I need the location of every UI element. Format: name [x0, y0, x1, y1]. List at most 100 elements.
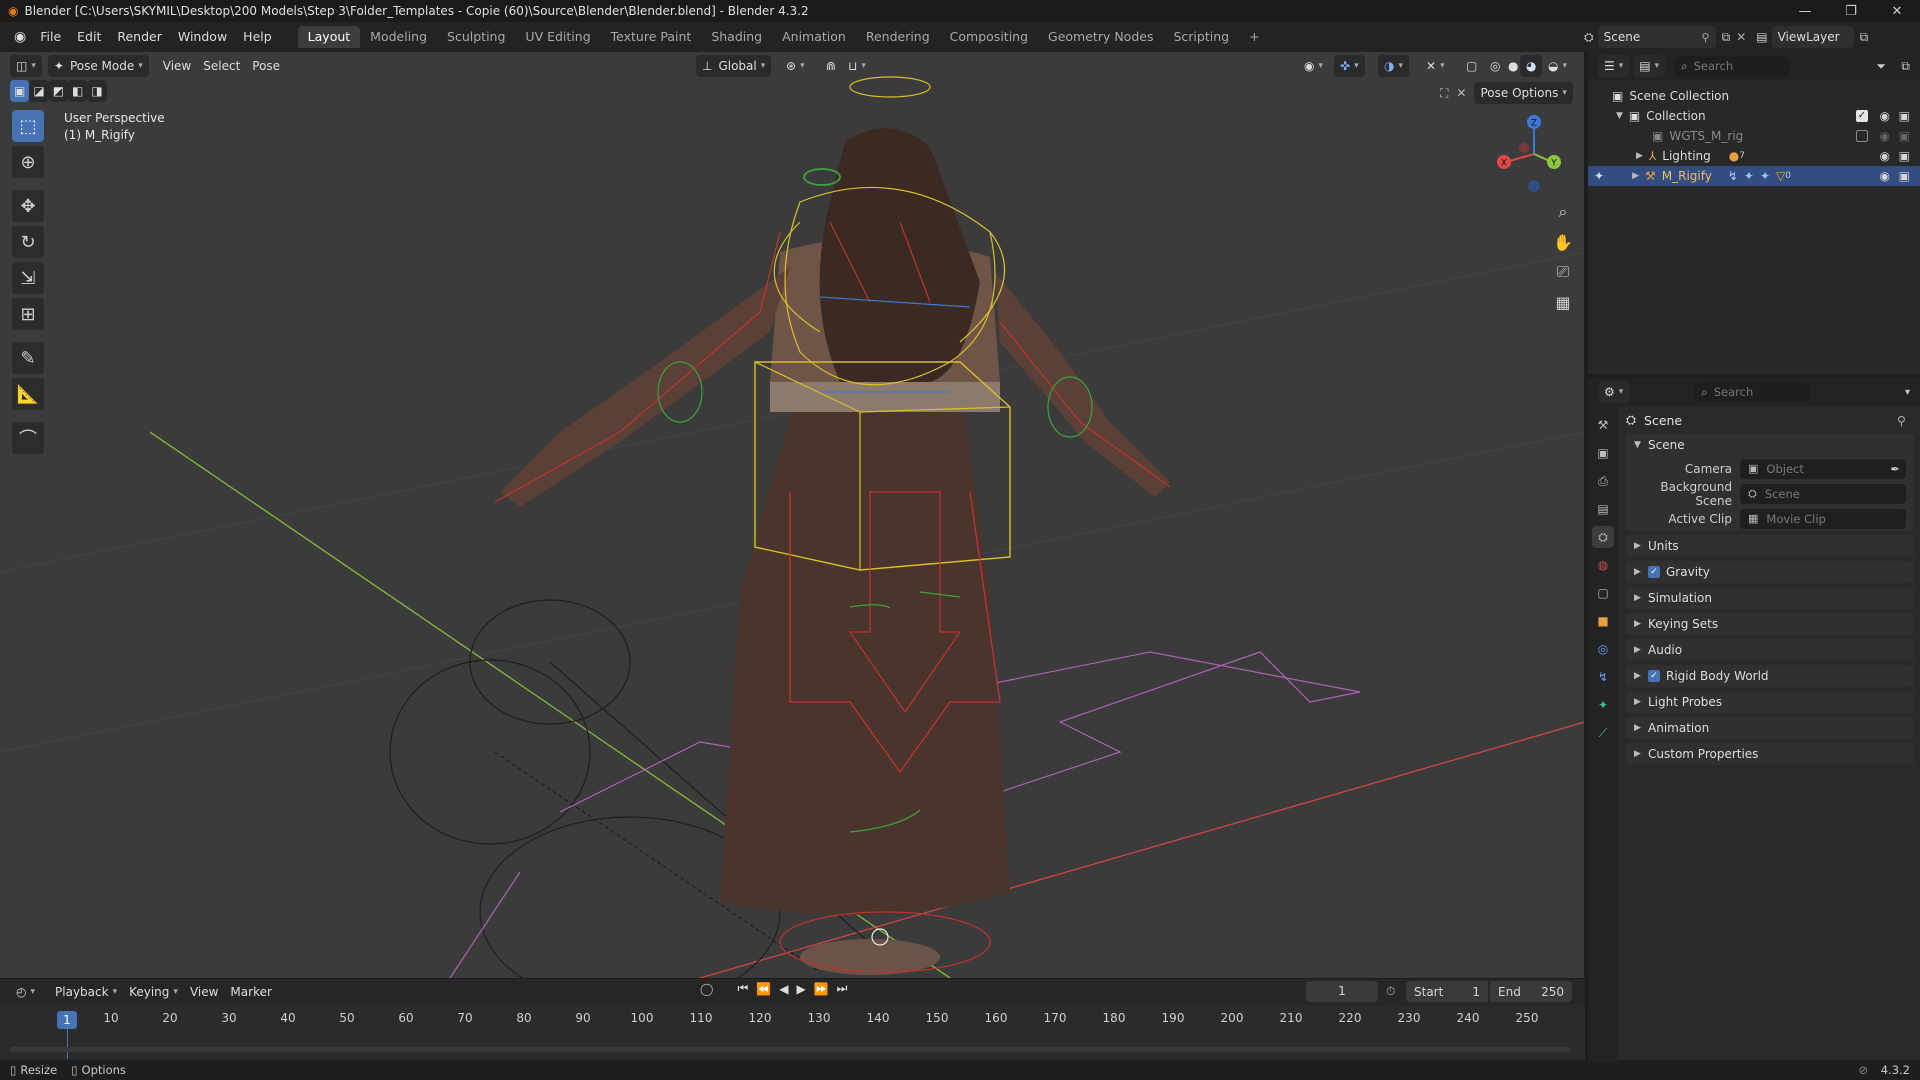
eyedropper-icon[interactable]: ✒ [1890, 462, 1900, 476]
scene-selector[interactable]: Scene ⚲ [1597, 26, 1716, 48]
collection-include-checkbox[interactable] [1856, 130, 1868, 142]
menu-pose[interactable]: Pose [246, 55, 286, 77]
tree-item-wgts[interactable]: ▣ WGTS_M_rig ◉ ▣ [1588, 126, 1920, 146]
tab-modeling[interactable]: Modeling [360, 26, 437, 48]
shading-material[interactable]: ◕ [1520, 55, 1543, 77]
viewport-3d[interactable]: ◫ ▾ ✦ Pose Mode ▾ View Select Pose ⊥ Globa… [0, 52, 1585, 978]
jump-keyframe-back-icon[interactable]: ⏪ [756, 982, 771, 996]
menu-help[interactable]: Help [235, 26, 280, 48]
active-clip-field[interactable]: ▦ Movie Clip [1740, 508, 1906, 529]
gravity-checkbox[interactable]: ✓ [1648, 566, 1660, 578]
audio-panel[interactable]: ▶ Audio [1626, 639, 1914, 661]
proportional-button[interactable]: ⊔ ▾ [842, 55, 872, 77]
menu-window[interactable]: Window [170, 26, 235, 48]
playhead[interactable]: 1 [57, 1011, 77, 1029]
tab-scripting[interactable]: Scripting [1163, 26, 1239, 48]
render-camera-icon[interactable]: ▣ [1899, 129, 1910, 143]
transform-pivot-icon[interactable]: ⛶ [1440, 86, 1448, 101]
scene-panel-header[interactable]: ▼ Scene [1626, 434, 1914, 456]
light-probes-panel[interactable]: ▶ Light Probes [1626, 691, 1914, 713]
select-subtract-button[interactable]: ◩ [48, 80, 69, 102]
select-new-button[interactable]: ▣ [10, 80, 30, 102]
camera-field[interactable]: ▣ Object ✒ [1740, 458, 1906, 479]
visibility-eye-icon[interactable]: ◉ [1880, 149, 1890, 163]
new-collection-icon[interactable]: ⧉ [1901, 59, 1910, 74]
properties-search[interactable]: ⌕ Search [1693, 382, 1812, 402]
visibility-eye-icon[interactable]: ◉ [1880, 169, 1890, 183]
tool-breakdowner[interactable]: ⌒ [12, 422, 44, 454]
record-icon[interactable]: ◯ [700, 982, 713, 996]
render-camera-icon[interactable]: ▣ [1899, 169, 1910, 183]
stopwatch-icon[interactable]: ⏱ [1386, 984, 1395, 999]
tool-annotate[interactable]: ✎ [12, 342, 44, 374]
tool-select-box[interactable]: ⬚ [12, 110, 44, 142]
select-intersect-button[interactable]: ◨ [87, 80, 107, 102]
select-extend-button[interactable]: ◪ [29, 80, 49, 102]
menu-render[interactable]: Render [109, 26, 170, 48]
tab-layout[interactable]: Layout [297, 26, 361, 48]
timeline-scrollbar[interactable] [10, 1047, 1570, 1052]
tool-transform[interactable]: ⊞ [12, 298, 44, 330]
rigid-body-checkbox[interactable]: ✓ [1648, 670, 1660, 682]
render-camera-icon[interactable]: ▣ [1899, 109, 1910, 123]
filter-icon[interactable]: ⏷ [1876, 59, 1886, 74]
menu-select[interactable]: Select [197, 55, 246, 77]
select-invert-button[interactable]: ◧ [68, 80, 88, 102]
play-icon[interactable]: ▶ [796, 982, 805, 996]
overlay-toggle[interactable]: ◑ ▾ [1378, 55, 1410, 77]
tab-rendering[interactable]: Rendering [856, 26, 940, 48]
pivot-button[interactable]: ⊛ ▾ [780, 55, 811, 77]
tab-scene[interactable]: ⛭ [1592, 526, 1614, 548]
visibility-eye-icon[interactable]: ◉ [1880, 109, 1890, 123]
navigation-gizmo[interactable]: Z X Y [1490, 112, 1570, 192]
play-reverse-icon[interactable]: ◀ [779, 982, 788, 996]
pin-icon[interactable]: ⚲ [1897, 413, 1906, 428]
expand-arrow-icon[interactable]: ▶ [1632, 171, 1639, 181]
tool-measure[interactable]: 📐 [12, 378, 44, 410]
tab-sculpting[interactable]: Sculpting [437, 26, 515, 48]
tool-rotate[interactable]: ↻ [12, 226, 44, 258]
editor-type-button[interactable]: ◫ ▾ [10, 55, 42, 77]
custom-properties-panel[interactable]: ▶ Custom Properties [1626, 743, 1914, 765]
properties-editor-type[interactable]: ⚙ ▾ [1598, 381, 1630, 403]
background-scene-field[interactable]: ⛭ Scene [1740, 483, 1906, 504]
tab-bone[interactable]: ⟋ [1592, 722, 1614, 744]
new-view-layer-icon[interactable]: ⧉ [1860, 30, 1869, 45]
jump-end-icon[interactable]: ⏭ [837, 981, 848, 996]
tab-view-layer[interactable]: ▤ [1592, 498, 1614, 520]
tab-collection[interactable]: ▢ [1592, 582, 1614, 604]
tool-move[interactable]: ✥ [12, 190, 44, 222]
mode-dropdown[interactable]: ✦ Pose Mode ▾ [47, 55, 149, 77]
outliner-editor-type[interactable]: ☰ ▾ [1598, 55, 1630, 77]
timeline-editor-type[interactable]: ◴ ▾ [10, 981, 41, 1003]
tree-item-lighting[interactable]: ▶ ⅄ Lighting ● 7 ◉ ▣ [1588, 146, 1920, 166]
tab-constraints[interactable]: ↯ [1592, 666, 1614, 688]
ortho-toggle-button[interactable]: ▦ [1548, 287, 1578, 317]
gravity-panel[interactable]: ▶ ✓ Gravity [1626, 561, 1914, 583]
tab-physics[interactable]: ◎ [1592, 638, 1614, 660]
new-scene-icon[interactable]: ⧉ [1722, 30, 1731, 45]
display-mode-dropdown[interactable]: ▤ ▾ [1633, 55, 1666, 77]
tool-scale[interactable]: ⇲ [12, 262, 44, 294]
zoom-button[interactable]: ⌕ [1548, 197, 1578, 227]
options-chevron-icon[interactable]: ▾ [1905, 387, 1910, 398]
minimize-button[interactable]: — [1782, 0, 1828, 22]
tree-item-scene-collection[interactable]: ▣ Scene Collection [1588, 86, 1920, 106]
tab-output[interactable]: ⎙ [1592, 470, 1614, 492]
expand-arrow-icon[interactable]: ▼ [1616, 111, 1623, 121]
current-frame-field[interactable]: 1 [1306, 981, 1378, 1002]
xray-toggle[interactable]: ▢ [1460, 55, 1483, 77]
jump-keyframe-forward-icon[interactable]: ⏩ [814, 982, 829, 996]
menu-file[interactable]: File [32, 26, 69, 48]
add-workspace-button[interactable]: + [1239, 26, 1269, 48]
tab-object-data[interactable]: ✦ [1592, 694, 1614, 716]
pose-options-close-icon[interactable]: ✕ [1456, 86, 1466, 100]
camera-view-button[interactable]: ⎚ [1548, 257, 1578, 287]
visibility-eye-icon[interactable]: ◉ [1880, 129, 1890, 143]
tool-cursor[interactable]: ⊕ [12, 146, 44, 178]
tab-object[interactable]: ■ [1592, 610, 1614, 632]
tab-world[interactable]: ◍ [1592, 554, 1614, 576]
close-button[interactable]: ✕ [1874, 0, 1920, 22]
remove-scene-icon[interactable]: ✕ [1736, 30, 1746, 44]
view-layer-selector[interactable]: ViewLayer [1771, 26, 1854, 48]
